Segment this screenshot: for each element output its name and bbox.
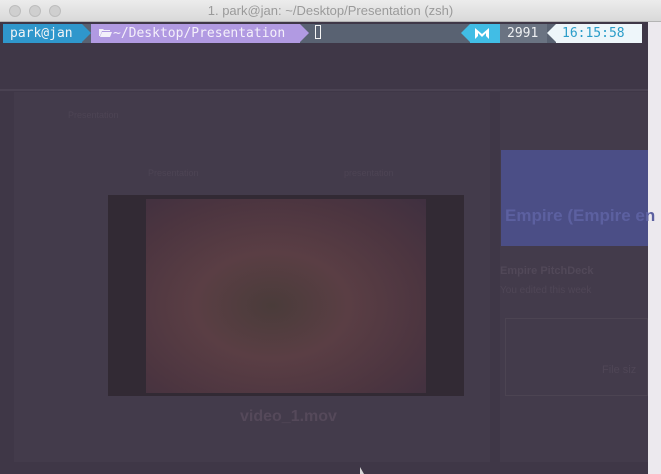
text-cursor	[315, 25, 321, 39]
background-item-title: Empire PitchDeck	[500, 265, 594, 277]
prompt-user-host: park@jan	[3, 24, 82, 43]
prompt-separator-icon	[461, 24, 470, 42]
background-toolbar-label-2: presentation	[344, 168, 394, 178]
background-toolbar-label-1: Presentation	[148, 168, 199, 178]
mouse-pointer-icon	[360, 467, 364, 474]
background-sidebar-label: Presentation	[68, 110, 119, 120]
prompt-directory: ~/Desktop/Presentation	[91, 24, 300, 43]
shell-prompt: park@jan ~/Desktop/Presentation 2991 16:…	[3, 24, 642, 43]
background-blue-card	[501, 150, 648, 246]
background-video-filename: video_1.mov	[240, 408, 337, 425]
window-right-edge	[648, 22, 661, 474]
background-side-panel	[500, 92, 648, 462]
prompt-separator-icon	[82, 24, 91, 42]
background-file-size-label: File siz	[602, 364, 637, 376]
prompt-time: 16:15:58	[556, 24, 642, 43]
background-item-subtitle: You edited this week	[500, 285, 592, 296]
background-video-thumbnail	[146, 199, 426, 393]
history-segment	[470, 24, 500, 43]
prompt-path: ~/Desktop/Presentation	[113, 26, 286, 41]
prompt-separator-icon	[547, 24, 556, 42]
m-logo-icon	[475, 28, 489, 39]
background-info-box	[505, 318, 648, 396]
history-number: 2991	[500, 24, 547, 43]
background-divider	[0, 89, 648, 91]
window-title: 1. park@jan: ~/Desktop/Presentation (zsh…	[207, 3, 454, 18]
folder-open-icon	[99, 29, 112, 37]
prompt-separator-icon	[300, 24, 309, 42]
background-card-title: Empire (Empire en	[505, 206, 656, 225]
window-titlebar: 1. park@jan: ~/Desktop/Presentation (zsh…	[0, 0, 661, 22]
